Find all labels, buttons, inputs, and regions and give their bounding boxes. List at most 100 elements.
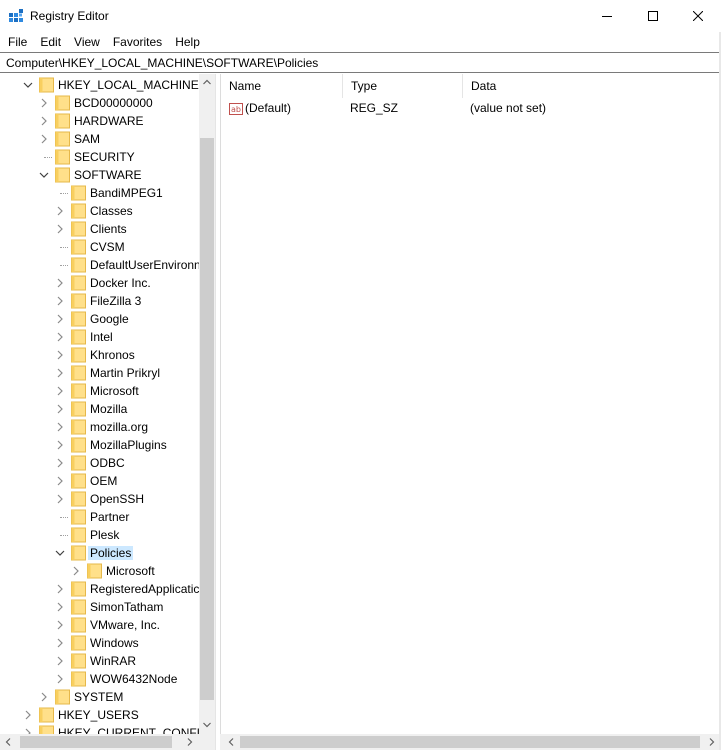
menu-view[interactable]: View	[70, 32, 105, 52]
tree-scroll-up-button[interactable]	[199, 74, 215, 90]
tree-item-mozilla[interactable]: Mozilla	[0, 400, 200, 418]
tree-item-bcd00000000[interactable]: BCD00000000	[0, 94, 200, 112]
tree-item-hardware[interactable]: HARDWARE	[0, 112, 200, 130]
tree-item-windows[interactable]: Windows	[0, 634, 200, 652]
tree-item-openssh[interactable]: OpenSSH	[0, 490, 200, 508]
address-path[interactable]: Computer\HKEY_LOCAL_MACHINE\SOFTWARE\Pol…	[6, 56, 318, 70]
values-list[interactable]: Name Type Data ab (Default) REG_SZ (valu…	[220, 74, 721, 734]
column-header-type[interactable]: Type	[343, 74, 463, 98]
tree-expander[interactable]	[54, 475, 66, 487]
tree-item-classes[interactable]: Classes	[0, 202, 200, 220]
tree-item-simontatham[interactable]: SimonTatham	[0, 598, 200, 616]
tree-item-sam[interactable]: SAM	[0, 130, 200, 148]
tree-item-clients[interactable]: Clients	[0, 220, 200, 238]
close-button[interactable]	[675, 0, 721, 32]
tree-item-odbc[interactable]: ODBC	[0, 454, 200, 472]
title-bar: Registry Editor	[0, 0, 721, 32]
chevron-right-icon	[57, 494, 63, 504]
tree-item-mozillaplugins[interactable]: MozillaPlugins	[0, 436, 200, 454]
tree-expander[interactable]	[54, 421, 66, 433]
tree-item-policies-microsoft[interactable]: Microsoft	[0, 562, 200, 580]
menu-file[interactable]: File	[4, 32, 32, 52]
menu-edit[interactable]: Edit	[36, 32, 66, 52]
tree-item-label: OpenSSH	[90, 492, 145, 506]
tree-scroll-down-button[interactable]	[199, 717, 215, 733]
tree-expander[interactable]	[54, 493, 66, 505]
menu-favorites[interactable]: Favorites	[109, 32, 167, 52]
tree-expander[interactable]	[38, 133, 50, 145]
list-scroll-right-button[interactable]	[704, 734, 720, 750]
tree-item-docker-inc-[interactable]: Docker Inc.	[0, 274, 200, 292]
value-type: REG_SZ	[350, 101, 399, 115]
tree-item-oem[interactable]: OEM	[0, 472, 200, 490]
tree-expander[interactable]	[54, 547, 66, 559]
tree-expander[interactable]	[54, 385, 66, 397]
key-tree[interactable]: HKEY_LOCAL_MACHINE BCD00000000 HARDWARE SAM…	[0, 74, 215, 750]
tree-item-mozilla-org[interactable]: mozilla.org	[0, 418, 200, 436]
column-header-name[interactable]: Name	[221, 74, 343, 98]
tree-item-winrar[interactable]: WinRAR	[0, 652, 200, 670]
tree-item-martin-prikryl[interactable]: Martin Prikryl	[0, 364, 200, 382]
folder-icon	[71, 203, 86, 219]
tree-scroll-left-button[interactable]	[0, 734, 16, 750]
tree-item-cvsm[interactable]: CVSM	[0, 238, 200, 256]
menu-help[interactable]: Help	[171, 32, 205, 52]
tree-item-google[interactable]: Google	[0, 310, 200, 328]
tree-expander[interactable]	[38, 97, 50, 109]
tree-item-registeredapplicatic[interactable]: RegisteredApplicatic	[0, 580, 200, 598]
list-horizontal-scroll-thumb[interactable]	[240, 736, 700, 748]
tree-vertical-scroll-thumb[interactable]	[200, 138, 214, 700]
tree-horizontal-scroll-thumb[interactable]	[20, 736, 172, 748]
tree-expander[interactable]	[54, 673, 66, 685]
folder-icon	[71, 311, 86, 327]
chevron-right-icon	[57, 296, 63, 306]
tree-expander[interactable]	[54, 403, 66, 415]
value-row[interactable]: ab (Default) REG_SZ (value not set)	[221, 100, 721, 118]
tree-expander[interactable]	[54, 637, 66, 649]
column-header-data[interactable]: Data	[463, 74, 721, 98]
tree-expander[interactable]	[70, 565, 82, 577]
tree-expander[interactable]	[54, 367, 66, 379]
tree-expander[interactable]	[38, 115, 50, 127]
maximize-button[interactable]	[630, 0, 676, 32]
tree-expander[interactable]	[54, 439, 66, 451]
tree-item-software[interactable]: SOFTWARE	[0, 166, 200, 184]
folder-icon	[71, 257, 86, 273]
svg-text:ab: ab	[231, 105, 241, 114]
tree-expander[interactable]	[54, 313, 66, 325]
tree-item-hklm[interactable]: HKEY_LOCAL_MACHINE	[0, 76, 200, 94]
tree-item-vmware-inc-[interactable]: VMware, Inc.	[0, 616, 200, 634]
tree-expander[interactable]	[22, 709, 34, 721]
list-scroll-left-button[interactable]	[223, 734, 239, 750]
tree-item-bandimpeg1[interactable]: BandiMPEG1	[0, 184, 200, 202]
tree-expander[interactable]	[54, 331, 66, 343]
address-bar[interactable]: Computer\HKEY_LOCAL_MACHINE\SOFTWARE\Pol…	[0, 52, 721, 73]
tree-item-policies[interactable]: Policies	[0, 544, 200, 562]
tree-expander[interactable]	[38, 169, 50, 181]
tree-expander[interactable]	[22, 79, 34, 91]
tree-item-defaultuserenvironn[interactable]: DefaultUserEnvironn	[0, 256, 201, 274]
tree-expander[interactable]	[54, 205, 66, 217]
tree-expander[interactable]	[54, 277, 66, 289]
tree-expander[interactable]	[54, 583, 66, 595]
tree-item-khronos[interactable]: Khronos	[0, 346, 200, 364]
tree-item-wow6432node[interactable]: WOW6432Node	[0, 670, 200, 688]
tree-item-microsoft[interactable]: Microsoft	[0, 382, 200, 400]
tree-item-intel[interactable]: Intel	[0, 328, 200, 346]
tree-expander[interactable]	[54, 457, 66, 469]
tree-scroll-right-button[interactable]	[182, 734, 198, 750]
tree-item-hku[interactable]: HKEY_USERS	[0, 706, 200, 724]
tree-expander[interactable]	[54, 223, 66, 235]
tree-expander[interactable]	[54, 619, 66, 631]
tree-item-security[interactable]: SECURITY	[0, 148, 200, 166]
tree-item-plesk[interactable]: Plesk	[0, 526, 200, 544]
tree-expander[interactable]	[54, 349, 66, 361]
tree-expander[interactable]	[54, 295, 66, 307]
minimize-button[interactable]	[584, 0, 630, 32]
tree-item-partner[interactable]: Partner	[0, 508, 200, 526]
tree-item-system[interactable]: SYSTEM	[0, 688, 200, 706]
tree-expander[interactable]	[54, 655, 66, 667]
tree-expander[interactable]	[38, 691, 50, 703]
tree-expander[interactable]	[54, 601, 66, 613]
tree-item-filezilla-3[interactable]: FileZilla 3	[0, 292, 200, 310]
